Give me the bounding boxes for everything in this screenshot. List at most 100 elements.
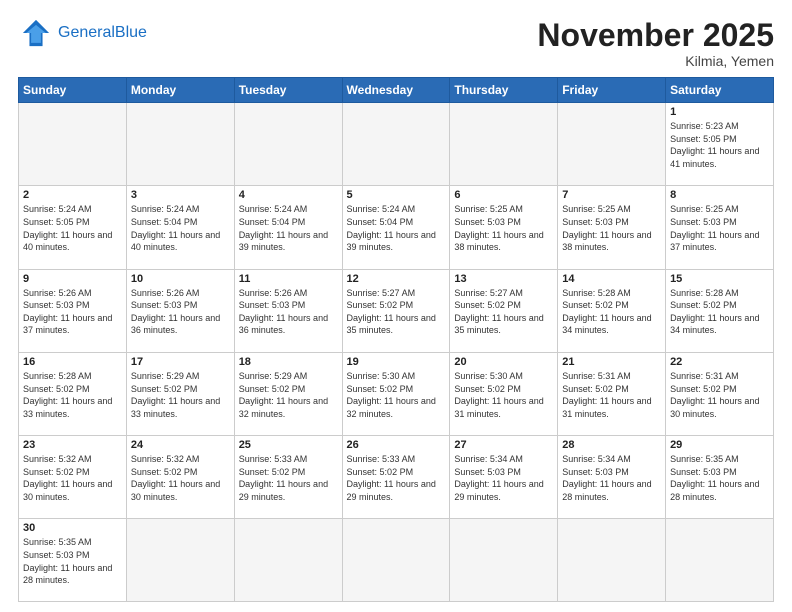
table-row: 7Sunrise: 5:25 AM Sunset: 5:03 PM Daylig… xyxy=(558,186,666,269)
table-row xyxy=(234,519,342,602)
table-row: 11 Sunrise: 5:26 AM Sunset: 5:03 PM Dayli… xyxy=(234,269,342,352)
day-info: Sunrise: 5:33 AM Sunset: 5:02 PM Dayligh… xyxy=(347,453,446,503)
table-row xyxy=(234,103,342,186)
calendar-week-row: 23 Sunrise: 5:32 AM Sunset: 5:02 PM Dayli… xyxy=(19,436,774,519)
day-info: Sunrise: 5:25 AM Sunset: 5:03 PM Dayligh… xyxy=(562,203,661,253)
day-info: Sunrise: 5:28 AM Sunset: 5:02 PM Dayligh… xyxy=(670,287,769,337)
day-number: 25 xyxy=(239,439,338,451)
table-row xyxy=(126,103,234,186)
table-row: 30Sunrise: 5:35 AM Sunset: 5:03 PM Dayli… xyxy=(19,519,127,602)
title-block: November 2025 Kilmia, Yemen xyxy=(537,18,774,69)
calendar-table: Sunday Monday Tuesday Wednesday Thursday… xyxy=(18,77,774,602)
day-info: Sunrise: 5:30 AM Sunset: 5:02 PM Dayligh… xyxy=(347,370,446,420)
table-row: 13 Sunrise: 5:27 AM Sunset: 5:02 PM Dayli… xyxy=(450,269,558,352)
table-row: 8Sunrise: 5:25 AM Sunset: 5:03 PM Daylig… xyxy=(666,186,774,269)
logo-general: General xyxy=(58,24,115,41)
day-number: 16 xyxy=(23,356,122,368)
table-row: 5 Sunrise: 5:24 AM Sunset: 5:04 PM Daylig… xyxy=(342,186,450,269)
day-number: 15 xyxy=(670,273,769,285)
table-row xyxy=(19,103,127,186)
day-number: 28 xyxy=(562,439,661,451)
table-row: 22 Sunrise: 5:31 AM Sunset: 5:02 PM Dayli… xyxy=(666,352,774,435)
day-info: Sunrise: 5:26 AM Sunset: 5:03 PM Dayligh… xyxy=(23,287,122,337)
table-row: 12Sunrise: 5:27 AM Sunset: 5:02 PM Dayli… xyxy=(342,269,450,352)
table-row: 19Sunrise: 5:30 AM Sunset: 5:02 PM Dayli… xyxy=(342,352,450,435)
day-number: 18 xyxy=(239,356,338,368)
day-number: 20 xyxy=(454,356,553,368)
table-row xyxy=(342,103,450,186)
day-number: 27 xyxy=(454,439,553,451)
day-info: Sunrise: 5:27 AM Sunset: 5:02 PM Dayligh… xyxy=(347,287,446,337)
table-row: 28 Sunrise: 5:34 AM Sunset: 5:03 PM Dayli… xyxy=(558,436,666,519)
day-number: 22 xyxy=(670,356,769,368)
calendar-week-row: 9 Sunrise: 5:26 AM Sunset: 5:03 PM Daylig… xyxy=(19,269,774,352)
table-row: 14Sunrise: 5:28 AM Sunset: 5:02 PM Dayli… xyxy=(558,269,666,352)
day-number: 24 xyxy=(131,439,230,451)
calendar-header-row: Sunday Monday Tuesday Wednesday Thursday… xyxy=(19,78,774,103)
day-info: Sunrise: 5:31 AM Sunset: 5:02 PM Dayligh… xyxy=(670,370,769,420)
calendar-week-row: 16 Sunrise: 5:28 AM Sunset: 5:02 PM Dayli… xyxy=(19,352,774,435)
day-number: 11 xyxy=(239,273,338,285)
day-number: 4 xyxy=(239,189,338,201)
logo: GeneralBlue xyxy=(18,18,147,48)
table-row: 10Sunrise: 5:26 AM Sunset: 5:03 PM Dayli… xyxy=(126,269,234,352)
header-thursday: Thursday xyxy=(450,78,558,103)
day-number: 23 xyxy=(23,439,122,451)
calendar-week-row: 1Sunrise: 5:23 AM Sunset: 5:05 PM Daylig… xyxy=(19,103,774,186)
logo-text: GeneralBlue xyxy=(58,24,147,42)
header-sunday: Sunday xyxy=(19,78,127,103)
day-number: 21 xyxy=(562,356,661,368)
day-number: 10 xyxy=(131,273,230,285)
day-info: Sunrise: 5:24 AM Sunset: 5:04 PM Dayligh… xyxy=(131,203,230,253)
table-row xyxy=(450,103,558,186)
day-number: 3 xyxy=(131,189,230,201)
table-row: 21 Sunrise: 5:31 AM Sunset: 5:02 PM Dayli… xyxy=(558,352,666,435)
day-info: Sunrise: 5:24 AM Sunset: 5:05 PM Dayligh… xyxy=(23,203,122,253)
day-number: 5 xyxy=(347,189,446,201)
header-friday: Friday xyxy=(558,78,666,103)
day-info: Sunrise: 5:30 AM Sunset: 5:02 PM Dayligh… xyxy=(454,370,553,420)
day-number: 8 xyxy=(670,189,769,201)
day-info: Sunrise: 5:34 AM Sunset: 5:03 PM Dayligh… xyxy=(454,453,553,503)
table-row: 29Sunrise: 5:35 AM Sunset: 5:03 PM Dayli… xyxy=(666,436,774,519)
table-row xyxy=(558,103,666,186)
day-number: 29 xyxy=(670,439,769,451)
day-info: Sunrise: 5:29 AM Sunset: 5:02 PM Dayligh… xyxy=(239,370,338,420)
day-number: 13 xyxy=(454,273,553,285)
table-row: 4 Sunrise: 5:24 AM Sunset: 5:04 PM Daylig… xyxy=(234,186,342,269)
day-number: 17 xyxy=(131,356,230,368)
table-row: 18 Sunrise: 5:29 AM Sunset: 5:02 PM Dayli… xyxy=(234,352,342,435)
day-info: Sunrise: 5:27 AM Sunset: 5:02 PM Dayligh… xyxy=(454,287,553,337)
table-row: 2 Sunrise: 5:24 AM Sunset: 5:05 PM Daylig… xyxy=(19,186,127,269)
table-row: 27 Sunrise: 5:34 AM Sunset: 5:03 PM Dayli… xyxy=(450,436,558,519)
header: GeneralBlue November 2025 Kilmia, Yemen xyxy=(18,18,774,69)
day-info: Sunrise: 5:35 AM Sunset: 5:03 PM Dayligh… xyxy=(23,536,122,586)
day-info: Sunrise: 5:25 AM Sunset: 5:03 PM Dayligh… xyxy=(454,203,553,253)
day-info: Sunrise: 5:24 AM Sunset: 5:04 PM Dayligh… xyxy=(239,203,338,253)
table-row: 20 Sunrise: 5:30 AM Sunset: 5:02 PM Dayli… xyxy=(450,352,558,435)
header-wednesday: Wednesday xyxy=(342,78,450,103)
day-info: Sunrise: 5:33 AM Sunset: 5:02 PM Dayligh… xyxy=(239,453,338,503)
table-row: 9 Sunrise: 5:26 AM Sunset: 5:03 PM Daylig… xyxy=(19,269,127,352)
day-info: Sunrise: 5:34 AM Sunset: 5:03 PM Dayligh… xyxy=(562,453,661,503)
table-row xyxy=(342,519,450,602)
table-row: 16 Sunrise: 5:28 AM Sunset: 5:02 PM Dayli… xyxy=(19,352,127,435)
logo-blue: Blue xyxy=(115,24,147,41)
location: Kilmia, Yemen xyxy=(537,53,774,69)
day-info: Sunrise: 5:24 AM Sunset: 5:04 PM Dayligh… xyxy=(347,203,446,253)
day-info: Sunrise: 5:28 AM Sunset: 5:02 PM Dayligh… xyxy=(562,287,661,337)
day-info: Sunrise: 5:32 AM Sunset: 5:02 PM Dayligh… xyxy=(131,453,230,503)
table-row xyxy=(558,519,666,602)
page: GeneralBlue November 2025 Kilmia, Yemen … xyxy=(0,0,792,612)
table-row: 24 Sunrise: 5:32 AM Sunset: 5:02 PM Dayli… xyxy=(126,436,234,519)
day-info: Sunrise: 5:28 AM Sunset: 5:02 PM Dayligh… xyxy=(23,370,122,420)
day-number: 2 xyxy=(23,189,122,201)
day-number: 9 xyxy=(23,273,122,285)
table-row: 6 Sunrise: 5:25 AM Sunset: 5:03 PM Daylig… xyxy=(450,186,558,269)
table-row: 17Sunrise: 5:29 AM Sunset: 5:02 PM Dayli… xyxy=(126,352,234,435)
day-info: Sunrise: 5:26 AM Sunset: 5:03 PM Dayligh… xyxy=(239,287,338,337)
table-row xyxy=(126,519,234,602)
day-number: 6 xyxy=(454,189,553,201)
logo-icon xyxy=(18,18,54,48)
day-info: Sunrise: 5:31 AM Sunset: 5:02 PM Dayligh… xyxy=(562,370,661,420)
